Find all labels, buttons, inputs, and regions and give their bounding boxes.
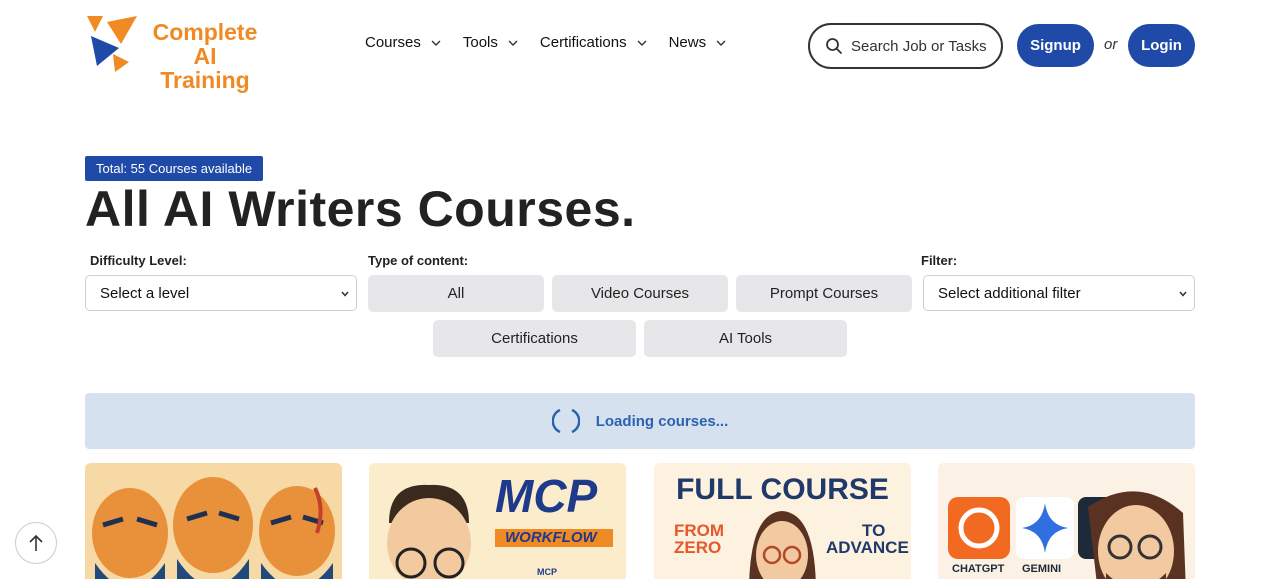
nav-tools[interactable]: Tools [463, 34, 518, 51]
nav-news[interactable]: News [669, 34, 727, 51]
content-type-prompt[interactable]: Prompt Courses [736, 275, 912, 312]
card-zero: ZERO [674, 538, 722, 557]
card-title: FULL COURSE [676, 473, 889, 506]
nav-label: Certifications [539, 34, 627, 51]
search-placeholder: Search Job or Tasks [851, 37, 987, 55]
scroll-to-top-button[interactable] [15, 522, 57, 564]
chevron-down-icon [431, 40, 441, 46]
nav-label: Courses [365, 34, 421, 51]
content-type-ai-tools[interactable]: AI Tools [644, 320, 847, 357]
course-card[interactable]: CHATGPT GEMINI [938, 463, 1195, 579]
difficulty-value: Select a level [100, 284, 190, 302]
logo-text: Complete AI Training [152, 19, 258, 93]
course-thumbnail [938, 463, 1195, 579]
chevron-down-icon [508, 40, 518, 46]
login-button[interactable]: Login [1128, 24, 1195, 67]
chevron-down-icon [341, 291, 349, 297]
total-courses-badge: Total: 55 Courses available [85, 156, 264, 181]
filter-label: Filter: [921, 253, 958, 268]
nav-label: News [668, 34, 707, 51]
search-input[interactable]: Search Job or Tasks [808, 23, 1003, 69]
card-title: MCP [495, 470, 598, 522]
content-type-certifications[interactable]: Certifications [433, 320, 636, 357]
card-label-gemini: GEMINI [1022, 563, 1062, 575]
card-label-chatgpt: CHATGPT [952, 563, 1005, 575]
page-title: All AI Writers Courses. [85, 181, 636, 237]
nav-certifications[interactable]: Certifications [540, 34, 647, 51]
arrow-up-icon [29, 534, 43, 551]
course-card[interactable]: MCP WORKFLOW MCP [369, 463, 626, 579]
spinner-icon [551, 408, 580, 434]
course-thumbnail [85, 463, 342, 579]
card-advance: ADVANCE [826, 538, 909, 557]
site-header: Complete AI Training Courses Tools Certi… [0, 0, 1280, 92]
additional-filter-select[interactable]: Select additional filter [923, 275, 1195, 311]
signup-button[interactable]: Signup [1017, 24, 1094, 67]
nav-courses[interactable]: Courses [365, 34, 441, 51]
site-logo[interactable]: Complete AI Training [85, 14, 265, 92]
nav-label: Tools [462, 34, 498, 51]
filter-value: Select additional filter [938, 284, 1081, 302]
chevron-down-icon [1179, 291, 1187, 297]
search-icon [826, 38, 842, 54]
course-card[interactable] [85, 463, 342, 579]
or-text: or [1104, 36, 1118, 53]
chevron-down-icon [637, 40, 647, 46]
course-card[interactable]: FULL COURSE FROM ZERO TO ADVANCE [654, 463, 911, 579]
card-tag: MCP [537, 567, 557, 577]
card-subtitle: WORKFLOW [505, 529, 597, 546]
content-type-label: Type of content: [368, 253, 469, 268]
content-type-all[interactable]: All [368, 275, 544, 312]
logo-mark-icon [87, 16, 137, 72]
content-type-video[interactable]: Video Courses [552, 275, 728, 312]
difficulty-label: Difficulty Level: [90, 253, 187, 268]
loading-text: Loading courses... [595, 412, 729, 430]
difficulty-select[interactable]: Select a level [85, 275, 357, 311]
main-nav: Courses Tools Certifications News [365, 34, 748, 51]
loading-banner: Loading courses... [85, 393, 1195, 449]
chevron-down-icon [716, 40, 726, 46]
